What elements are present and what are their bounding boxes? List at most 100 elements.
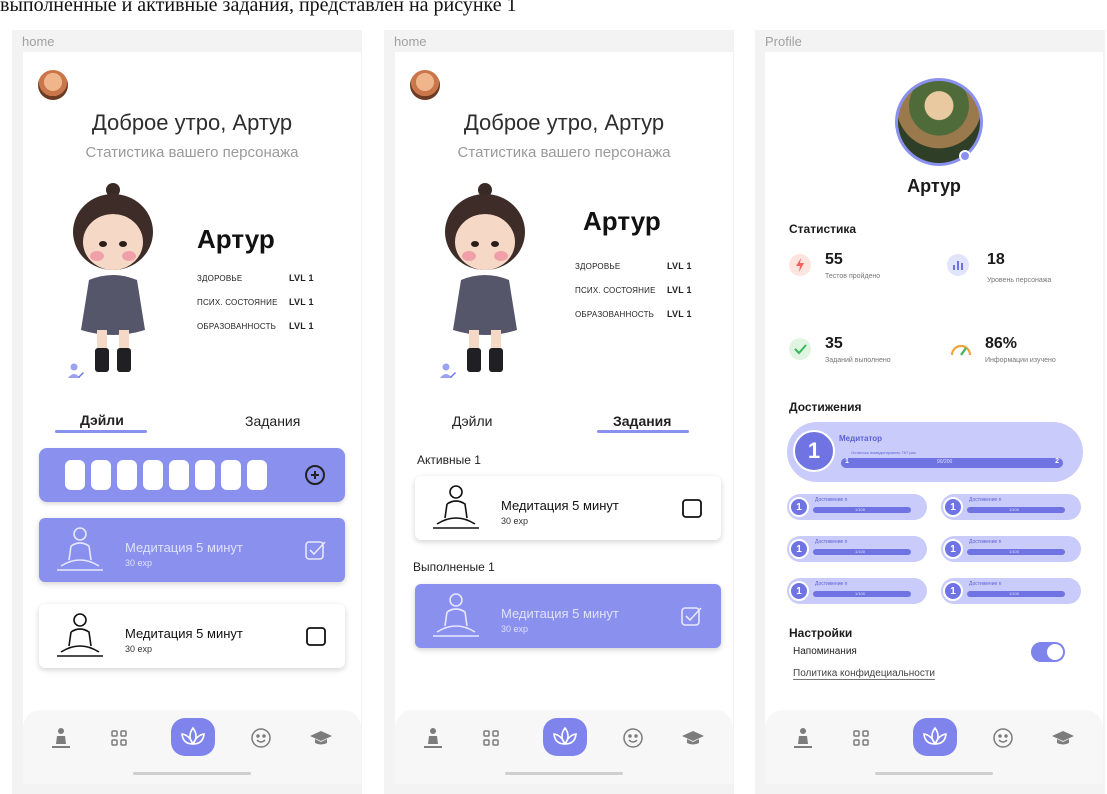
graduation-cap-icon[interactable] — [309, 726, 333, 750]
meditation-icon — [57, 527, 103, 571]
achievement-item[interactable]: 1 Достижение n 1/100 — [941, 494, 1081, 520]
stat-label: ОБРАЗОВАННОСТЬ — [197, 322, 277, 331]
stat-health: ЗДОРОВЬЕ LVL 1 — [197, 273, 313, 283]
lotus-icon — [553, 726, 577, 746]
achievement-desc: Осталось помедитировать 767 раз — [851, 450, 916, 455]
meditation-icon[interactable] — [421, 726, 445, 750]
stat-level-label: Уровень персонажа — [987, 277, 1052, 284]
task-xp: 30 exp — [125, 558, 153, 568]
achievement-progress-text: 1/100 — [855, 591, 866, 596]
achievement-title: Достижение n — [969, 497, 1002, 503]
progress-from: 1 — [845, 458, 849, 465]
achievement-item[interactable]: 1 Достижение n 1/100 — [941, 536, 1081, 562]
achievement-badge: 1 — [789, 497, 809, 517]
home-indicator — [875, 772, 993, 775]
day-slot — [91, 460, 111, 490]
meditation-icon — [57, 613, 103, 657]
stat-label: ЗДОРОВЬЕ — [575, 262, 621, 271]
meditation-icon[interactable] — [791, 726, 815, 750]
achievement-badge: 1 — [789, 539, 809, 559]
checked-checkbox-icon[interactable] — [305, 540, 327, 560]
tab-tasks[interactable]: Задания — [613, 413, 671, 429]
checked-checkbox-icon[interactable] — [681, 606, 703, 626]
task-card-completed[interactable]: Медитация 5 минут 30 exp — [415, 584, 721, 648]
task-card-completed[interactable]: Медитация 5 минут 30 exp — [39, 518, 345, 582]
achievement-badge: 1 — [943, 581, 963, 601]
checkbox-icon[interactable] — [305, 626, 327, 646]
task-card-active[interactable]: Медитация 5 минут 30 exp — [415, 476, 721, 540]
achievement-progress-text: 1/100 — [855, 507, 866, 512]
achievement-progress-bar: 1 90/200 2 — [841, 458, 1063, 468]
reminders-toggle[interactable] — [1031, 642, 1065, 662]
add-icon[interactable] — [305, 465, 325, 485]
checkbox-icon[interactable] — [681, 498, 703, 518]
frame-label: home — [394, 34, 427, 49]
privacy-policy-link[interactable]: Политика конфидециальности — [793, 668, 936, 680]
achievement-item[interactable]: 1 Достижение n 1/100 — [787, 536, 927, 562]
lotus-button[interactable] — [543, 718, 587, 756]
achievement-bar: 1/100 — [813, 591, 911, 597]
frame-label: Profile — [765, 34, 802, 49]
achievement-bar: 1/100 — [967, 507, 1065, 513]
achievement-item[interactable]: 1 Достижение n 1/100 — [787, 494, 927, 520]
achievement-bar: 1/100 — [813, 507, 911, 513]
achievement-title: Достижение n — [815, 497, 848, 503]
tab-tasks-underline — [597, 430, 689, 433]
grid-icon[interactable] — [107, 726, 131, 750]
stat-info-label: Информации изучено — [985, 357, 1056, 364]
lotus-button[interactable] — [913, 718, 957, 756]
character-illustration — [73, 183, 153, 372]
day-slot — [169, 460, 189, 490]
character-name: Артур — [197, 224, 275, 254]
screen-profile: Артур Статистика 55 Тестов пройдено 18 У… — [765, 52, 1103, 784]
tab-daily[interactable]: Дэйли — [80, 412, 124, 428]
achievement-item[interactable]: 1 Достижение n 1/100 — [941, 578, 1081, 604]
edit-profile-icon[interactable] — [439, 362, 457, 380]
stat-tests-value: 55 — [825, 251, 843, 268]
document-caption: выполненные и активные задания, представ… — [0, 0, 517, 16]
task-card-active[interactable]: Медитация 5 минут 30 exp — [39, 604, 345, 668]
smile-icon[interactable] — [991, 726, 1015, 750]
smile-icon[interactable] — [621, 726, 645, 750]
bottom-nav — [395, 710, 733, 784]
character-illustration — [445, 183, 525, 372]
task-xp: 30 exp — [125, 644, 153, 654]
achievement-progress-text: 1/100 — [1009, 591, 1020, 596]
frame-label: home — [22, 34, 55, 49]
lotus-button[interactable] — [171, 718, 215, 756]
profile-name: Артур — [907, 176, 961, 196]
screen-home-tasks: Доброе утро, Артур Статистика вашего пер… — [395, 52, 733, 784]
avatar[interactable] — [38, 70, 68, 100]
tab-tasks[interactable]: Задания — [245, 413, 300, 429]
smile-icon[interactable] — [249, 726, 273, 750]
achievement-bar: 1/100 — [967, 549, 1065, 555]
avatar[interactable] — [410, 70, 440, 100]
graduation-cap-icon[interactable] — [1051, 726, 1075, 750]
achievement-badge: 1 — [789, 581, 809, 601]
stat-label: ПСИХ. СОСТОЯНИЕ — [575, 286, 656, 295]
avatar-edit-badge[interactable] — [959, 150, 971, 162]
achievement-item[interactable]: 1 Достижение n 1/100 — [787, 578, 927, 604]
tab-daily[interactable]: Дэйли — [452, 413, 492, 429]
tab-daily-underline — [55, 430, 147, 433]
graduation-cap-icon[interactable] — [681, 726, 705, 750]
edit-profile-icon[interactable] — [67, 362, 85, 380]
achievement-badge: 1 — [943, 539, 963, 559]
task-title: Медитация 5 минут — [125, 540, 243, 555]
lotus-icon — [181, 726, 205, 746]
task-title: Медитация 5 минут — [125, 626, 243, 641]
grid-icon[interactable] — [849, 726, 873, 750]
stat-label: ПСИХ. СОСТОЯНИЕ — [197, 298, 278, 307]
grid-icon[interactable] — [479, 726, 503, 750]
stat-info-value: 86% — [985, 335, 1018, 352]
greeting-title: Доброе утро, Артур — [463, 110, 665, 135]
achievement-main[interactable]: 1 Медитатор Осталось помедитировать 767 … — [787, 422, 1083, 482]
achievement-title: Достижение n — [969, 539, 1002, 545]
screen-home-daily: Доброе утро, Артур Статистика вашего пер… — [23, 52, 361, 784]
meditation-icon[interactable] — [49, 726, 73, 750]
home-indicator — [133, 772, 251, 775]
greeting-subtitle: Статистика вашего персонажа — [85, 144, 299, 161]
stat-level: LVL 1 — [289, 273, 314, 283]
stat-tasks-label: Заданий выполнено — [825, 357, 891, 364]
day-slot — [117, 460, 137, 490]
